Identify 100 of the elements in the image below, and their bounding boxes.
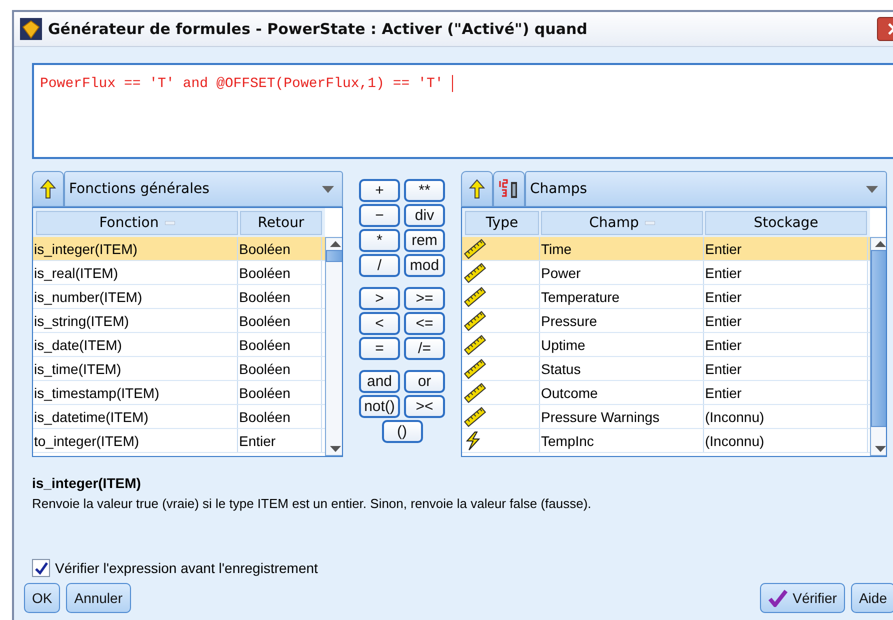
operator-button[interactable]: ** bbox=[404, 179, 445, 202]
operator-button[interactable]: rem bbox=[404, 229, 445, 252]
lightning-icon bbox=[463, 430, 483, 450]
function-row[interactable]: is_number(ITEM) Booléen bbox=[33, 285, 325, 309]
operator-button[interactable]: − bbox=[359, 204, 400, 227]
dialog-button[interactable]: OK bbox=[24, 583, 60, 613]
table-cell: Booléen bbox=[238, 381, 322, 404]
checkbox-label[interactable]: Vérifier l'expression avant l'enregistrement bbox=[55, 560, 318, 576]
column-header[interactable]: Type bbox=[465, 211, 539, 235]
diamond-app-icon bbox=[20, 18, 42, 40]
scrollbar-thumb[interactable] bbox=[326, 250, 342, 262]
table-cell: Booléen bbox=[238, 237, 322, 260]
table-cell: to_integer(ITEM) bbox=[33, 429, 238, 452]
operator-button[interactable]: not() bbox=[359, 395, 400, 418]
table-cell: TempInc bbox=[540, 429, 704, 452]
operator-button[interactable]: > bbox=[359, 287, 400, 310]
table-cell: (Inconnu) bbox=[704, 405, 868, 428]
operator-button[interactable]: () bbox=[382, 420, 422, 443]
function-row[interactable]: is_time(ITEM) Booléen bbox=[33, 357, 325, 381]
function-row[interactable]: to_integer(ITEM) Entier bbox=[33, 429, 325, 453]
table-cell: is_string(ITEM) bbox=[33, 309, 238, 332]
dialog-button[interactable]: Annuler bbox=[66, 583, 130, 613]
table-cell: Pressure bbox=[540, 309, 704, 332]
ruler-icon bbox=[463, 310, 487, 330]
checkbox[interactable] bbox=[32, 559, 50, 577]
table-cell: Entier bbox=[238, 429, 322, 452]
operator-button[interactable]: >< bbox=[404, 395, 445, 418]
checkmark-icon bbox=[34, 562, 48, 574]
column-header[interactable]: Champ bbox=[541, 211, 703, 235]
checkmark-icon bbox=[768, 589, 788, 607]
column-header[interactable]: Stockage bbox=[705, 211, 867, 235]
table-cell: Uptime bbox=[540, 333, 704, 356]
operator-button[interactable]: <= bbox=[404, 312, 445, 335]
scrollbar[interactable] bbox=[870, 237, 886, 456]
field-row[interactable]: Temperature Entier bbox=[462, 285, 870, 309]
operator-button[interactable]: or bbox=[404, 370, 445, 393]
table-cell: Entier bbox=[704, 333, 868, 356]
table-cell: is_datetime(ITEM) bbox=[33, 405, 238, 428]
table-cell: Pressure Warnings bbox=[540, 405, 704, 428]
table-cell: Booléen bbox=[238, 405, 322, 428]
table-cell: is_number(ITEM) bbox=[33, 285, 238, 308]
function-category-dropdown[interactable]: Fonctions générales bbox=[64, 171, 343, 207]
operator-button[interactable]: div bbox=[404, 204, 445, 227]
scrollbar[interactable] bbox=[325, 237, 342, 456]
expression-field[interactable]: PowerFlux == 'T' and @OFFSET(PowerFlux,1) == 'T' bbox=[32, 63, 893, 159]
function-description: Renvoie la valeur true (vraie) si le type ITEM est un entier. Sinon, renvoie la valeur false (fausse). bbox=[32, 496, 592, 511]
ruler-icon bbox=[463, 238, 487, 258]
function-row[interactable]: is_real(ITEM) Booléen bbox=[33, 261, 325, 285]
field-row[interactable]: TempInc (Inconnu) bbox=[462, 429, 870, 453]
table-cell: Booléen bbox=[238, 357, 322, 380]
table-cell: Status bbox=[540, 357, 704, 380]
field-row[interactable]: Status Entier bbox=[462, 357, 870, 381]
help-button[interactable]: Aide bbox=[850, 583, 893, 613]
table-cell: Entier bbox=[704, 285, 868, 308]
table-cell: Entier bbox=[704, 261, 868, 284]
function-row[interactable]: is_datetime(ITEM) Booléen bbox=[33, 405, 325, 429]
numbers-list-icon bbox=[498, 178, 520, 200]
function-name: is_integer(ITEM) bbox=[32, 475, 142, 491]
operator-button[interactable]: /= bbox=[404, 337, 445, 360]
operator-button[interactable]: < bbox=[359, 312, 400, 335]
ruler-icon bbox=[463, 406, 487, 426]
verify-button[interactable]: Vérifier bbox=[760, 583, 845, 613]
field-row[interactable]: Pressure Entier bbox=[462, 309, 870, 333]
operator-button[interactable]: >= bbox=[404, 287, 445, 310]
function-row[interactable]: is_timestamp(ITEM) Booléen bbox=[33, 381, 325, 405]
ruler-icon bbox=[463, 334, 487, 354]
table-cell: (Inconnu) bbox=[704, 429, 868, 452]
table-cell: is_date(ITEM) bbox=[33, 333, 238, 356]
scrollbar-thumb[interactable] bbox=[871, 250, 886, 427]
insert-button[interactable] bbox=[461, 171, 493, 207]
dropdown-caret-icon bbox=[322, 186, 334, 192]
operator-button[interactable]: mod bbox=[404, 254, 445, 277]
operator-button[interactable]: * bbox=[359, 229, 400, 252]
field-row[interactable]: Time Entier bbox=[462, 237, 870, 261]
field-row[interactable]: Uptime Entier bbox=[462, 333, 870, 357]
field-category-dropdown[interactable]: Champs bbox=[525, 171, 887, 207]
table-cell: Time bbox=[540, 237, 704, 260]
function-row[interactable]: is_integer(ITEM) Booléen bbox=[33, 237, 325, 261]
table-cell: Booléen bbox=[238, 333, 322, 356]
table-cell: is_real(ITEM) bbox=[33, 261, 238, 284]
table-cell: Booléen bbox=[238, 309, 322, 332]
table-cell: Booléen bbox=[238, 261, 322, 284]
table-cell: Booléen bbox=[238, 285, 322, 308]
field-row[interactable]: Pressure Warnings (Inconnu) bbox=[462, 405, 870, 429]
table-cell: Temperature bbox=[540, 285, 704, 308]
operator-button[interactable]: and bbox=[359, 370, 400, 393]
ruler-icon bbox=[463, 358, 487, 378]
operator-button[interactable]: = bbox=[359, 337, 400, 360]
column-header[interactable]: Fonction bbox=[36, 211, 238, 235]
function-row[interactable]: is_date(ITEM) Booléen bbox=[33, 333, 325, 357]
operator-button[interactable]: + bbox=[359, 179, 400, 202]
up-arrow-icon bbox=[469, 179, 485, 199]
ruler-icon bbox=[463, 382, 487, 402]
field-values-button[interactable] bbox=[493, 171, 525, 207]
function-row[interactable]: is_string(ITEM) Booléen bbox=[33, 309, 325, 333]
insert-button[interactable] bbox=[32, 171, 64, 207]
field-row[interactable]: Power Entier bbox=[462, 261, 870, 285]
operator-button[interactable]: / bbox=[359, 254, 400, 277]
column-header[interactable]: Retour bbox=[240, 211, 322, 235]
field-row[interactable]: Outcome Entier bbox=[462, 381, 870, 405]
